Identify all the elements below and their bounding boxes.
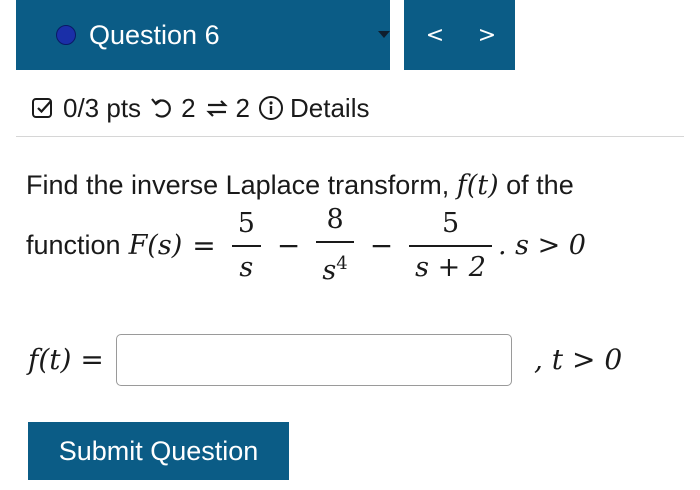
submit-question-button[interactable]: Submit Question: [28, 422, 289, 480]
problem-fn: f(t): [456, 170, 499, 201]
F-of-s: F(s): [128, 230, 183, 261]
term3-denominator: s + 2: [415, 251, 486, 283]
laplace-equation: function F(s) = 5 s − 8 s4 − 5 s + 2 . s…: [26, 198, 586, 293]
term2-den-base: s: [322, 255, 337, 286]
chevron-down-icon[interactable]: [378, 31, 390, 38]
equals-sign: =: [192, 229, 216, 262]
term2-den-exp: 4: [336, 253, 348, 274]
problem-intro-tail: of the: [498, 170, 574, 200]
answer-label: f(t) =: [28, 343, 104, 376]
answer-condition: , t > 0: [534, 343, 623, 376]
next-question-button[interactable]: >: [472, 20, 502, 52]
question-title: Question 6: [89, 20, 220, 50]
fraction-term-2: 8 s4: [316, 203, 354, 288]
fraction-term-3: 5 s + 2: [409, 207, 492, 285]
info-icon[interactable]: [258, 95, 284, 121]
question-status-dot: [56, 25, 76, 45]
term1-denominator: s: [239, 251, 254, 283]
divider: [16, 136, 684, 137]
problem-intro: Find the inverse Laplace transform,: [26, 170, 450, 200]
answer-input[interactable]: [116, 334, 512, 386]
sync-icon: [204, 95, 230, 121]
question-selector[interactable]: Question 6: [16, 0, 390, 70]
term2-denominator: s4: [316, 247, 353, 288]
question-meta: 0/3 pts 2 2 Details: [31, 88, 369, 128]
function-word: function: [26, 230, 121, 260]
details-link[interactable]: Details: [290, 93, 369, 124]
checkbox-icon: [31, 96, 55, 120]
points-text: 0/3 pts: [63, 92, 142, 123]
undo-icon: [149, 95, 175, 121]
term2-numerator: 8: [326, 204, 344, 235]
minus-sign-1: −: [276, 229, 301, 262]
term3-numerator: 5: [441, 207, 460, 239]
term1-numerator: 5: [237, 207, 255, 239]
fraction-term-1: 5 s: [231, 207, 261, 285]
question-nav: < >: [404, 0, 515, 70]
attempts-count: 2: [181, 92, 196, 123]
submissions-count: 2: [235, 92, 250, 123]
minus-sign-2: −: [369, 229, 394, 262]
previous-question-button[interactable]: <: [420, 20, 450, 52]
domain-condition: . s > 0: [497, 230, 586, 261]
